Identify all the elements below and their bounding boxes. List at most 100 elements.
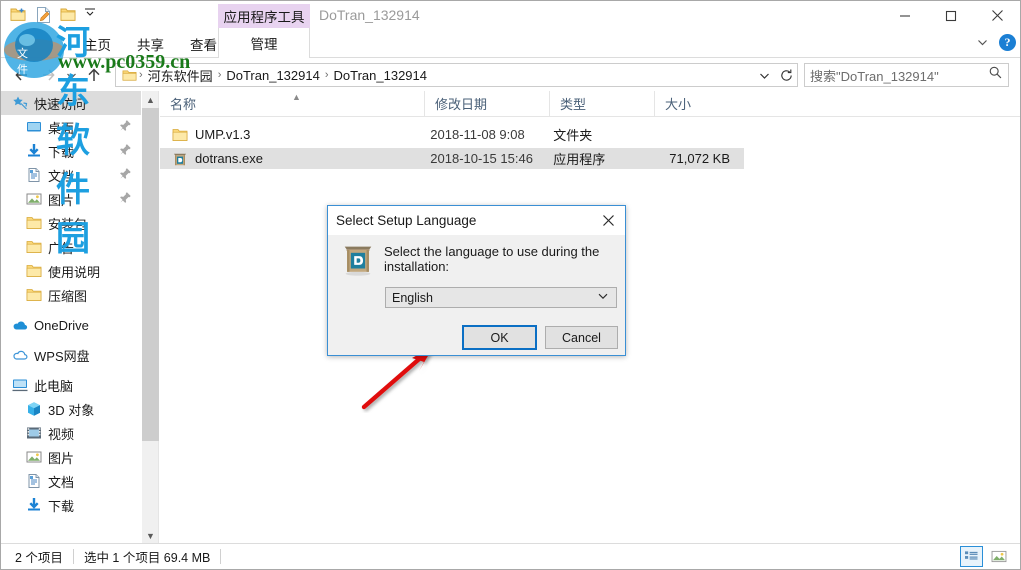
cell-size: 71,072 KB bbox=[669, 151, 731, 166]
tab-manage[interactable]: 管理 bbox=[218, 28, 310, 58]
sidebar-item-label: 文档 bbox=[48, 168, 75, 184]
breadcrumb-item-2[interactable]: DoTran_132914 bbox=[330, 68, 431, 83]
pin-icon[interactable] bbox=[119, 191, 133, 205]
select-setup-language-dialog: Select Setup Language Select the languag… bbox=[327, 205, 626, 356]
refresh-icon[interactable] bbox=[775, 64, 797, 86]
dialog-title-bar: Select Setup Language bbox=[328, 206, 625, 235]
sidebar-item-label: 安装包 bbox=[48, 216, 88, 232]
column-header-date[interactable]: 修改日期 bbox=[424, 90, 549, 117]
ribbon-help-area: ? bbox=[973, 33, 1016, 51]
table-row[interactable]: UMP.v1.3 2018-11-08 9:08 文件夹 bbox=[160, 124, 744, 145]
sidebar-group-2[interactable]: WPS网盘 bbox=[1, 343, 141, 367]
ok-button[interactable]: OK bbox=[462, 325, 537, 350]
breadcrumb-item-0[interactable]: 河东软件园 bbox=[144, 66, 217, 85]
column-header-name-label: 名称 bbox=[170, 97, 197, 112]
dialog-title: Select Setup Language bbox=[336, 213, 477, 228]
download-icon bbox=[25, 142, 43, 160]
tab-home[interactable]: 主页 bbox=[71, 30, 124, 57]
quick-access-toolbar bbox=[7, 3, 104, 27]
tab-share-label: 共享 bbox=[137, 37, 164, 53]
sidebar-group-label: 快速访问 bbox=[34, 96, 87, 112]
sidebar-item-3-3[interactable]: 文档 bbox=[1, 469, 141, 493]
cell-name: dotrans.exe bbox=[195, 151, 263, 166]
address-dropdown-chevron-down-icon[interactable] bbox=[753, 64, 775, 86]
maximize-button[interactable] bbox=[928, 1, 974, 30]
status-divider bbox=[72, 549, 74, 564]
address-bar[interactable]: › 河东软件园 › DoTran_132914 › DoTran_132914 bbox=[115, 63, 798, 87]
sidebar-item-0-3[interactable]: 图片 bbox=[1, 187, 141, 211]
dialog-body: Select the language to use during the in… bbox=[328, 235, 625, 355]
sidebar-item-label: 下载 bbox=[48, 144, 75, 160]
column-header-size[interactable]: 大小 bbox=[654, 90, 746, 117]
customize-chevron-icon[interactable] bbox=[82, 4, 104, 26]
tab-view-label: 查看 bbox=[190, 37, 217, 53]
sidebar-item-0-5[interactable]: 广告 bbox=[1, 235, 141, 259]
cell-date: 2018-11-08 9:08 bbox=[430, 127, 525, 142]
scrollbar-thumb[interactable] bbox=[142, 108, 159, 441]
sidebar-item-label: 图片 bbox=[48, 450, 75, 466]
sidebar-group-3[interactable]: 此电脑 bbox=[1, 373, 141, 397]
address-bar-row: › 河东软件园 › DoTran_132914 › DoTran_132914 … bbox=[1, 59, 1020, 91]
sort-ascending-icon: ▲ bbox=[292, 91, 301, 102]
sidebar-item-0-7[interactable]: 压缩图 bbox=[1, 283, 141, 307]
column-header-name[interactable]: 名称 ▲ bbox=[160, 91, 424, 117]
minimize-button[interactable] bbox=[882, 1, 928, 30]
navigation-pane-scrollbar[interactable]: ▲ ▼ bbox=[142, 91, 159, 544]
chevron-down-icon[interactable] bbox=[591, 290, 616, 305]
pin-icon[interactable] bbox=[119, 143, 133, 157]
language-select[interactable]: English bbox=[385, 287, 617, 308]
new-folder-icon[interactable] bbox=[7, 4, 29, 26]
sidebar-item-3-2[interactable]: 图片 bbox=[1, 445, 141, 469]
search-icon[interactable] bbox=[988, 65, 1003, 85]
explorer-window: 应用程序工具 管理 主页 共享 查看 DoTran_132914 ? › 河东软… bbox=[0, 0, 1021, 570]
column-header-type[interactable]: 类型 bbox=[549, 90, 654, 117]
view-mode-buttons bbox=[960, 546, 1020, 567]
search-input[interactable]: 搜索"DoTran_132914" bbox=[810, 66, 988, 85]
back-button[interactable] bbox=[9, 60, 35, 90]
sidebar-group-1[interactable]: OneDrive bbox=[1, 313, 141, 337]
scroll-up-icon[interactable]: ▲ bbox=[142, 91, 159, 108]
pictures-icon bbox=[25, 448, 43, 466]
sidebar-item-3-0[interactable]: 3D 对象 bbox=[1, 397, 141, 421]
sidebar-group-0[interactable]: 快速访问 bbox=[1, 91, 141, 115]
details-view-button[interactable] bbox=[960, 546, 983, 567]
sidebar-item-0-2[interactable]: 文档 bbox=[1, 163, 141, 187]
tab-share[interactable]: 共享 bbox=[124, 30, 177, 57]
sidebar-item-0-0[interactable]: 桌面 bbox=[1, 115, 141, 139]
large-icons-view-button[interactable] bbox=[987, 546, 1010, 567]
sidebar-group-label: OneDrive bbox=[34, 317, 89, 333]
forward-button[interactable] bbox=[35, 60, 61, 90]
recent-locations-chevron-down-icon[interactable] bbox=[61, 60, 81, 90]
dialog-close-button[interactable] bbox=[591, 206, 625, 235]
sidebar-item-0-4[interactable]: 安装包 bbox=[1, 211, 141, 235]
ribbon-collapse-chevron-down-icon[interactable] bbox=[973, 33, 991, 51]
breadcrumb-item-1[interactable]: DoTran_132914 bbox=[222, 68, 323, 83]
properties-icon[interactable] bbox=[32, 4, 54, 26]
documents-icon bbox=[25, 166, 43, 184]
sidebar-item-3-1[interactable]: 视频 bbox=[1, 421, 141, 445]
onedrive-cloud-icon bbox=[11, 316, 29, 334]
tab-view[interactable]: 查看 bbox=[177, 30, 230, 57]
pin-icon[interactable] bbox=[119, 167, 133, 181]
cancel-button[interactable]: Cancel bbox=[545, 326, 618, 349]
folder-icon bbox=[25, 214, 43, 232]
pin-icon[interactable] bbox=[119, 119, 133, 133]
column-headers: 名称 ▲ 修改日期 类型 大小 bbox=[160, 90, 1020, 117]
table-row[interactable]: dotrans.exe 2018-10-15 15:46 应用程序 71,072 KB bbox=[160, 148, 744, 169]
up-button[interactable] bbox=[81, 60, 107, 90]
scroll-down-icon[interactable]: ▼ bbox=[142, 527, 159, 544]
help-button[interactable]: ? bbox=[999, 33, 1016, 51]
status-divider bbox=[220, 549, 222, 564]
close-button[interactable] bbox=[974, 1, 1020, 30]
setup-box-icon bbox=[344, 246, 372, 276]
column-header-size-label: 大小 bbox=[665, 97, 692, 112]
navigation-pane: 快速访问 桌面 下载 文档 图片 安装包 广告 使用说明 压缩图 OneDrive WPS网盘 此电脑… bbox=[1, 91, 141, 544]
sidebar-item-0-6[interactable]: 使用说明 bbox=[1, 259, 141, 283]
search-box[interactable]: 搜索"DoTran_132914" bbox=[804, 63, 1009, 87]
sidebar-item-3-4[interactable]: 下载 bbox=[1, 493, 141, 517]
folder-icon bbox=[120, 68, 138, 83]
contextual-tab-band: 应用程序工具 bbox=[218, 4, 310, 28]
sidebar-item-0-1[interactable]: 下载 bbox=[1, 139, 141, 163]
status-selection-info: 选中 1 个项目 69.4 MB bbox=[83, 551, 211, 565]
new-item-icon[interactable] bbox=[57, 4, 79, 26]
